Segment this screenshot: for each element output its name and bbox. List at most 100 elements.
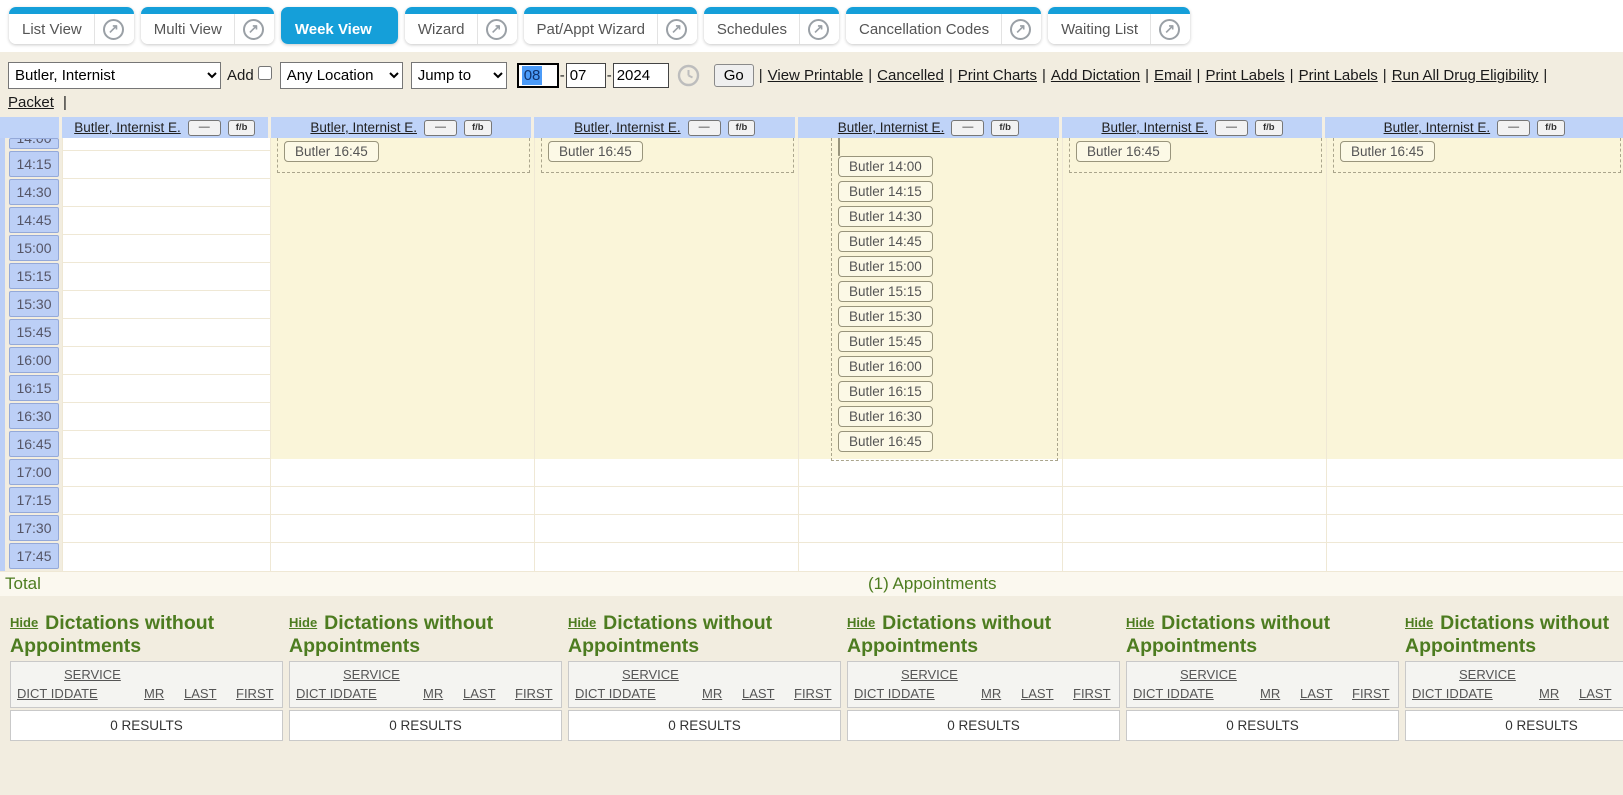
appointment-button[interactable]: Butler 14:15 — [838, 181, 933, 202]
day-column-1[interactable] — [62, 138, 271, 571]
forward-back-button[interactable]: f/b — [464, 120, 492, 136]
date-year-input[interactable]: 2024 — [613, 63, 669, 88]
collapse-column-button[interactable]: — — [951, 120, 984, 136]
appointment-button[interactable]: Butler 16:45 — [284, 141, 379, 162]
mr-column-link[interactable]: MR — [423, 685, 463, 704]
last-column-link[interactable]: LAST — [184, 685, 236, 704]
last-column-link[interactable]: LAST — [1021, 685, 1073, 704]
open-in-new-window-icon[interactable]: ↗ — [808, 19, 829, 40]
run-all-drug-eligibility-link[interactable]: Run All Drug Eligibility — [1392, 67, 1539, 84]
day-column-5[interactable]: Butler 16:45 — [1063, 138, 1327, 571]
appointment-button[interactable]: Butler 16:00 — [838, 356, 933, 377]
provider-select[interactable]: Butler, Internist — [8, 62, 221, 89]
view-printable-link[interactable]: View Printable — [768, 67, 864, 84]
packet-link[interactable]: Packet — [8, 94, 54, 111]
print-labels-link[interactable]: Print Labels — [1205, 67, 1284, 84]
provider-schedule-link[interactable]: Butler, Internist E. — [310, 120, 417, 135]
print-charts-link[interactable]: Print Charts — [958, 67, 1037, 84]
open-in-new-window-icon[interactable]: ↗ — [1010, 19, 1031, 40]
day-column-6[interactable]: Butler 16:45 — [1327, 138, 1623, 571]
date-day-input[interactable]: 07 — [566, 63, 606, 88]
last-column-link[interactable]: LAST — [742, 685, 794, 704]
appointment-button[interactable]: Butler 16:30 — [838, 406, 933, 427]
tab-week-view[interactable]: Week View — [281, 7, 398, 44]
dict-id-column-link[interactable]: DICT ID — [17, 685, 64, 704]
go-button[interactable]: Go — [714, 64, 754, 87]
hide-link[interactable]: Hide — [568, 615, 596, 630]
service-date-column-link[interactable]: SERVICE DATE — [1459, 666, 1539, 704]
appointment-button[interactable]: Butler 16:15 — [838, 381, 933, 402]
tab-pat-appt-wizard[interactable]: Pat/Appt Wizard ↗ — [524, 7, 697, 44]
appointment-button[interactable]: Butler 15:00 — [838, 256, 933, 277]
email-link[interactable]: Email — [1154, 67, 1192, 84]
tab-wizard[interactable]: Wizard ↗ — [405, 7, 517, 44]
first-column-link[interactable]: FIRST — [794, 685, 834, 704]
dict-id-column-link[interactable]: DICT ID — [1412, 685, 1459, 704]
provider-schedule-link[interactable]: Butler, Internist E. — [1101, 120, 1208, 135]
collapse-column-button[interactable]: — — [1215, 120, 1248, 136]
service-date-column-link[interactable]: SERVICE DATE — [1180, 666, 1260, 704]
mr-column-link[interactable]: MR — [702, 685, 742, 704]
print-labels-link[interactable]: Print Labels — [1299, 67, 1378, 84]
appointment-button[interactable]: Butler 16:45 — [1076, 141, 1171, 162]
tab-waiting-list[interactable]: Waiting List ↗ — [1048, 7, 1190, 44]
last-column-link[interactable]: LAST — [1579, 685, 1623, 704]
cancelled-link[interactable]: Cancelled — [877, 67, 944, 84]
forward-back-button[interactable]: f/b — [728, 120, 756, 136]
jump-to-select[interactable]: Jump to — [411, 62, 507, 89]
open-in-new-window-icon[interactable]: ↗ — [243, 19, 264, 40]
collapse-column-button[interactable]: — — [1497, 120, 1530, 136]
date-month-input[interactable]: 08 — [517, 63, 559, 88]
open-in-new-window-icon[interactable]: ↗ — [103, 19, 124, 40]
first-column-link[interactable]: FIRST — [1352, 685, 1392, 704]
first-column-link[interactable]: FIRST — [236, 685, 276, 704]
mr-column-link[interactable]: MR — [1260, 685, 1300, 704]
last-column-link[interactable]: LAST — [1300, 685, 1352, 704]
hide-link[interactable]: Hide — [1126, 615, 1154, 630]
add-dictation-link[interactable]: Add Dictation — [1051, 67, 1140, 84]
add-checkbox[interactable] — [258, 66, 272, 80]
tab-multi-view[interactable]: Multi View ↗ — [141, 7, 274, 44]
collapse-column-button[interactable]: — — [688, 120, 721, 136]
hide-link[interactable]: Hide — [289, 615, 317, 630]
open-in-new-window-icon[interactable]: ↗ — [666, 19, 687, 40]
provider-schedule-link[interactable]: Butler, Internist E. — [1384, 120, 1491, 135]
tab-schedules[interactable]: Schedules ↗ — [704, 7, 839, 44]
appointment-button[interactable]: Butler 15:15 — [838, 281, 933, 302]
appointment-button-clipped[interactable] — [838, 138, 840, 156]
appointment-button[interactable]: Butler 16:45 — [838, 431, 933, 452]
appointment-button[interactable]: Butler 14:45 — [838, 231, 933, 252]
appointment-button[interactable]: Butler 15:30 — [838, 306, 933, 327]
day-column-3[interactable]: Butler 16:45 — [535, 138, 799, 571]
location-select[interactable]: Any Location — [280, 62, 403, 89]
day-column-2[interactable]: Butler 16:45 — [271, 138, 535, 571]
dict-id-column-link[interactable]: DICT ID — [575, 685, 622, 704]
mr-column-link[interactable]: MR — [1539, 685, 1579, 704]
hide-link[interactable]: Hide — [10, 615, 38, 630]
tab-list-view[interactable]: List View ↗ — [9, 7, 134, 44]
forward-back-button[interactable]: f/b — [991, 120, 1019, 136]
appointment-button[interactable]: Butler 14:00 — [838, 156, 933, 177]
last-column-link[interactable]: LAST — [463, 685, 515, 704]
appointment-button[interactable]: Butler 15:45 — [838, 331, 933, 352]
open-in-new-window-icon[interactable]: ↗ — [486, 19, 507, 40]
forward-back-button[interactable]: f/b — [228, 120, 256, 136]
clock-icon[interactable] — [677, 64, 700, 87]
dict-id-column-link[interactable]: DICT ID — [1133, 685, 1180, 704]
collapse-column-button[interactable]: — — [188, 120, 221, 136]
collapse-column-button[interactable]: — — [424, 120, 457, 136]
forward-back-button[interactable]: f/b — [1537, 120, 1565, 136]
open-in-new-window-icon[interactable]: ↗ — [1159, 19, 1180, 40]
hide-link[interactable]: Hide — [1405, 615, 1433, 630]
day-column-4[interactable]: Butler 14:00 Butler 14:15 Butler 14:30 B… — [799, 138, 1063, 571]
appointment-button[interactable]: Butler 14:30 — [838, 206, 933, 227]
appointment-button[interactable]: Butler 16:45 — [1340, 141, 1435, 162]
hide-link[interactable]: Hide — [847, 615, 875, 630]
provider-schedule-link[interactable]: Butler, Internist E. — [74, 120, 181, 135]
first-column-link[interactable]: FIRST — [515, 685, 555, 704]
service-date-column-link[interactable]: SERVICE DATE — [901, 666, 981, 704]
first-column-link[interactable]: FIRST — [1073, 685, 1113, 704]
appointment-button[interactable]: Butler 16:45 — [548, 141, 643, 162]
service-date-column-link[interactable]: SERVICE DATE — [622, 666, 702, 704]
dict-id-column-link[interactable]: DICT ID — [296, 685, 343, 704]
